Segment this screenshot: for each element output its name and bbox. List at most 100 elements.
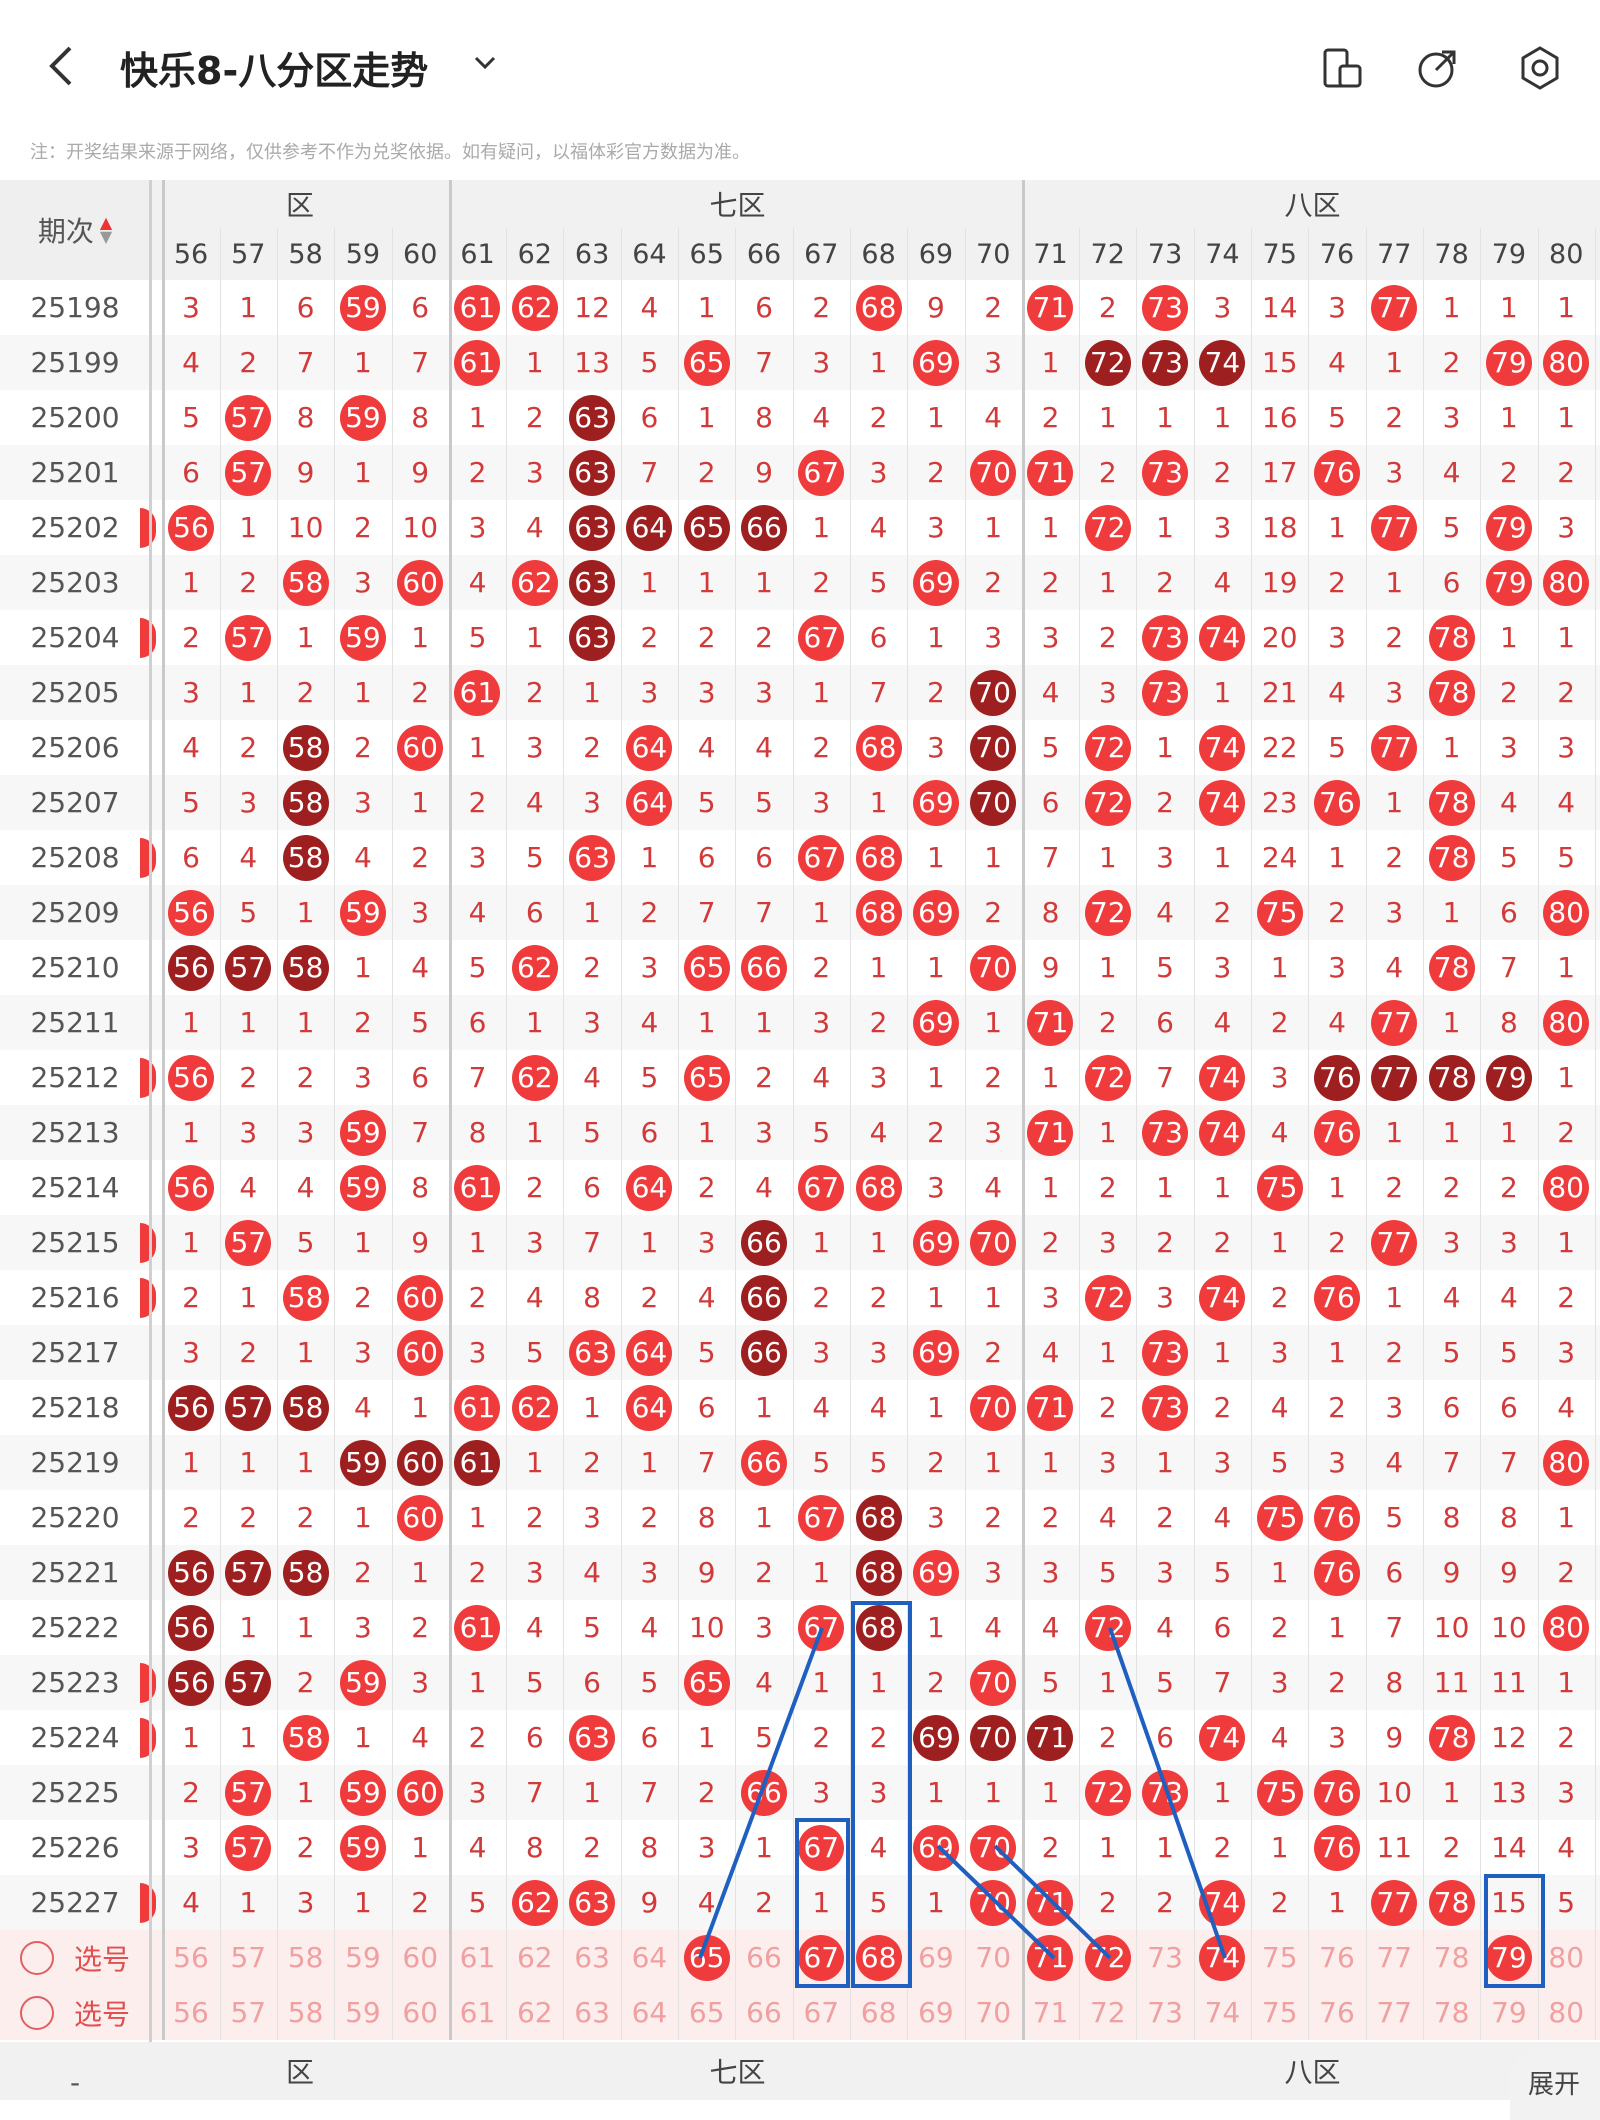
period-header[interactable]: 期次 ▲ ▼ <box>0 180 150 280</box>
chevron-down-icon[interactable] <box>470 52 500 72</box>
select-number-cell[interactable]: 71 <box>1022 1985 1079 2040</box>
table-cell: 1 <box>1442 896 1461 929</box>
select-number-cell[interactable]: 67 <box>793 1985 850 2040</box>
select-number-cell[interactable]: 63 <box>563 1985 620 2040</box>
select-number-cell[interactable]: 78 <box>1423 1930 1480 1985</box>
select-number-cell[interactable]: 62 <box>506 1985 563 2040</box>
select-number-cell[interactable]: 74 <box>1194 1930 1251 1985</box>
period-label: 25220 <box>30 1501 120 1534</box>
number-ball: 80 <box>1543 1439 1590 1486</box>
select-number-cell[interactable]: 57 <box>220 1930 277 1985</box>
select-radio-icon[interactable] <box>19 1995 54 2030</box>
select-number-cell[interactable]: 74 <box>1194 1985 1251 2040</box>
select-number-cell[interactable]: 75 <box>1251 1930 1308 1985</box>
table-cell: 6 <box>640 1116 659 1149</box>
select-number-cell[interactable]: 80 <box>1538 1985 1595 2040</box>
select-number-cell[interactable]: 69 <box>907 1985 964 2040</box>
table-cell: 2 <box>755 1556 773 1589</box>
select-number-cell[interactable]: 79 <box>1480 1930 1537 1985</box>
number-ball: 74 <box>1199 1109 1246 1156</box>
table-cell: 1 <box>1385 1116 1404 1149</box>
table-cell: 1 <box>353 1501 372 1534</box>
select-number-cell[interactable]: 67 <box>793 1930 850 1985</box>
select-number-cell[interactable]: 70 <box>965 1985 1022 2040</box>
select-number-cell[interactable]: 65 <box>678 1985 735 2040</box>
table-cell: 5 <box>296 1226 315 1259</box>
select-number-cell[interactable]: 66 <box>735 1985 792 2040</box>
select-number-cell[interactable]: 56 <box>162 1985 219 2040</box>
table-cell: 74 <box>1194 775 1251 830</box>
select-radio-icon[interactable] <box>19 1940 54 1975</box>
table-cell: 5 <box>869 566 888 599</box>
select-number-cell[interactable]: 58 <box>277 1985 334 2040</box>
number-ball: 56 <box>167 1659 214 1706</box>
select-number-cell[interactable]: 73 <box>1136 1930 1193 1985</box>
table-cell: 4 <box>468 1831 487 1864</box>
table-cell: 75 <box>1251 885 1308 940</box>
column-header: 75 <box>1262 238 1297 270</box>
sort-icon[interactable]: ▲ ▼ <box>100 215 112 245</box>
table-cell: 11 <box>1433 1666 1470 1699</box>
table-cell: 3 <box>697 676 716 709</box>
select-number-cell[interactable]: 68 <box>850 1930 907 1985</box>
select-number-cell[interactable]: 62 <box>506 1930 563 1985</box>
select-number-cell[interactable]: 56 <box>162 1930 219 1985</box>
table-cell: 6 <box>640 1721 659 1754</box>
select-number-cell[interactable]: 58 <box>277 1930 334 1985</box>
select-number-cell[interactable]: 59 <box>334 1930 391 1985</box>
table-cell: 72 <box>1079 1765 1136 1820</box>
select-number-cell[interactable]: 77 <box>1366 1930 1423 1985</box>
table-cell: 78 <box>1423 830 1480 885</box>
number-ball: 67 <box>798 614 845 661</box>
table-cell: 78 <box>1423 1050 1480 1105</box>
select-number-cell[interactable]: 59 <box>334 1985 391 2040</box>
select-number-cell[interactable]: 75 <box>1251 1985 1308 2040</box>
table-cell: 5 <box>1557 841 1576 874</box>
select-row-label[interactable]: 选号 <box>0 1985 150 2040</box>
column-divider <box>1136 228 1138 2040</box>
select-number-cell[interactable]: 76 <box>1308 1985 1365 2040</box>
select-number-cell[interactable]: 61 <box>449 1930 506 1985</box>
select-row-label[interactable]: 选号 <box>0 1930 150 1985</box>
select-number-cell[interactable]: 64 <box>621 1985 678 2040</box>
select-number-cell[interactable]: 71 <box>1022 1930 1079 1985</box>
select-number-cell[interactable]: 66 <box>735 1930 792 1985</box>
table-cell: 3 <box>1442 1226 1461 1259</box>
select-number-cell[interactable]: 76 <box>1308 1930 1365 1985</box>
table-cell: 2 <box>182 621 200 654</box>
table-cell: 4 <box>812 1391 831 1424</box>
number-ball: 76 <box>1313 1769 1360 1816</box>
back-arrow-icon[interactable] <box>40 40 84 92</box>
select-number-cell[interactable]: 69 <box>907 1930 964 1985</box>
table-cell: 1 <box>583 896 601 929</box>
select-number-cell[interactable]: 78 <box>1423 1985 1480 2040</box>
select-number-cell[interactable]: 61 <box>449 1985 506 2040</box>
table-cell: 1 <box>640 841 659 874</box>
select-number-cell[interactable]: 72 <box>1079 1930 1136 1985</box>
select-number-cell[interactable]: 57 <box>220 1985 277 2040</box>
number-ball: 60 <box>397 1769 444 1816</box>
select-number-cell[interactable]: 64 <box>621 1930 678 1985</box>
select-number-cell[interactable]: 77 <box>1366 1985 1423 2040</box>
select-number-cell[interactable]: 63 <box>563 1930 620 1985</box>
select-number-cell[interactable]: 73 <box>1136 1985 1193 2040</box>
select-number-cell[interactable]: 60 <box>392 1930 449 1985</box>
table-cell: 3 <box>755 1611 773 1644</box>
select-number-cell[interactable]: 80 <box>1538 1930 1595 1985</box>
select-number-cell[interactable]: 68 <box>850 1985 907 2040</box>
table-cell: 56 <box>162 940 219 995</box>
expand-button[interactable]: 展开 <box>1510 2050 1600 2120</box>
table-cell: 59 <box>334 1435 391 1490</box>
table-cell: 1 <box>1041 1776 1060 1809</box>
select-number-cell[interactable]: 70 <box>965 1930 1022 1985</box>
share-icon[interactable] <box>1414 44 1462 92</box>
select-number-cell[interactable]: 72 <box>1079 1985 1136 2040</box>
select-number-cell[interactable]: 79 <box>1480 1985 1537 2040</box>
select-number-cell[interactable]: 65 <box>678 1930 735 1985</box>
table-cell: 69 <box>907 1545 964 1600</box>
table-cell: 14 <box>1491 1831 1527 1864</box>
select-number-cell[interactable]: 60 <box>392 1985 449 2040</box>
table-cell: 23 <box>1261 786 1298 819</box>
device-rotate-icon[interactable] <box>1318 44 1366 92</box>
settings-icon[interactable] <box>1516 44 1564 92</box>
